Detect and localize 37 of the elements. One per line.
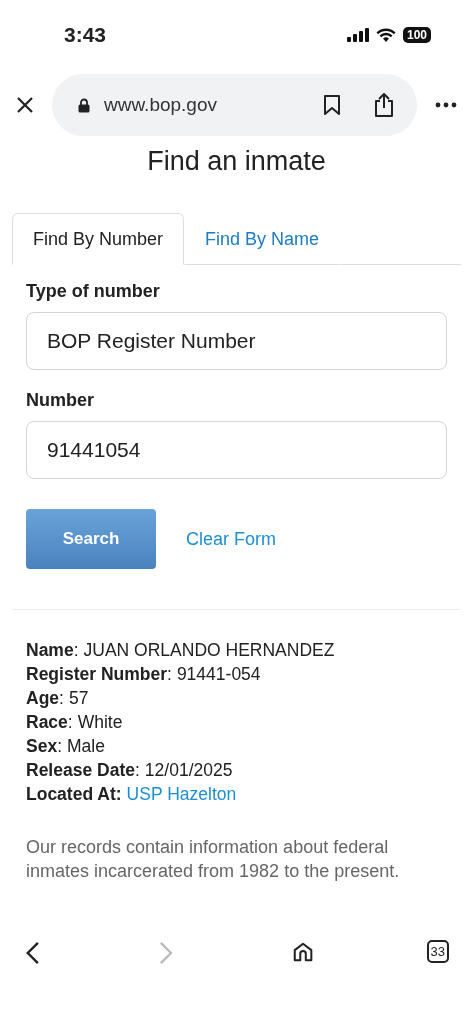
bookmark-icon[interactable]	[323, 94, 341, 116]
url-text: www.bop.gov	[104, 94, 218, 116]
record-label: Register Number:	[26, 664, 172, 685]
record-value: JUAN ORLANDO HERNANDEZ	[83, 640, 335, 661]
record-value: White	[77, 712, 123, 733]
tab[interactable]: Find By Number	[12, 213, 185, 265]
tab-count-button[interactable]: 33	[426, 940, 449, 963]
tab[interactable]: Find By Name	[184, 213, 341, 265]
record-label: Release Date:	[26, 760, 140, 781]
record-value: 91441-054	[176, 664, 261, 685]
back-icon[interactable]	[25, 940, 40, 966]
record-label: Age:	[26, 688, 64, 709]
share-icon[interactable]	[373, 92, 395, 118]
record-value: Male	[67, 736, 105, 757]
clear-form-link[interactable]: Clear Form	[186, 528, 276, 550]
page-title: Find an inmate	[146, 146, 327, 177]
field-label: Type of number	[26, 281, 161, 302]
field-label: Number	[26, 390, 95, 411]
status-time: 3:43	[64, 23, 107, 47]
input-field[interactable]: BOP Register Number	[26, 312, 447, 370]
record-value: 12/01/2025	[144, 760, 233, 781]
record-value: 57	[68, 688, 89, 709]
signal-icon	[346, 28, 369, 42]
lock-icon	[78, 97, 90, 113]
records-note: Our records contain information about federal inmates incarcerated from 1982 to the present.	[26, 836, 401, 884]
record-label: Race:	[26, 712, 73, 733]
record-label: Sex:	[26, 736, 62, 757]
battery-level: 100	[402, 27, 431, 43]
close-icon[interactable]	[16, 96, 34, 114]
more-icon[interactable]	[435, 102, 457, 108]
home-icon[interactable]	[292, 940, 315, 964]
address-bar[interactable]: www.bop.gov	[52, 74, 417, 136]
input-field[interactable]: 91441054	[26, 421, 447, 479]
record-label: Located At:	[26, 784, 122, 805]
wifi-icon	[375, 27, 396, 43]
facility-link[interactable]: USP Hazelton	[126, 784, 237, 805]
record-label: Name:	[26, 640, 79, 661]
